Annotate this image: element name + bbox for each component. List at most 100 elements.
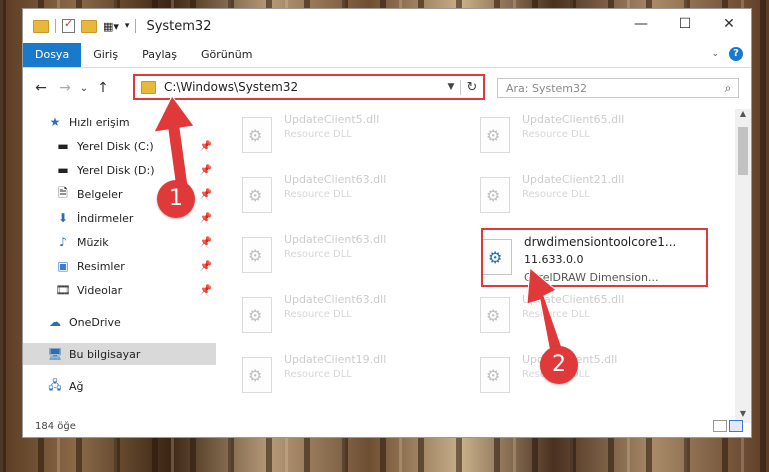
divider <box>135 19 137 33</box>
step-1-badge: 1 <box>157 180 195 218</box>
file-type: Resource DLL <box>522 129 590 140</box>
tab-file[interactable]: Dosya <box>23 43 82 67</box>
pin-icon[interactable]: 📌 <box>200 141 212 152</box>
file-type: Resource DLL <box>522 309 590 320</box>
sidebar-item-label: İndirmeler <box>77 211 134 225</box>
customize-icon[interactable]: ▾ <box>125 21 130 31</box>
sidebar-item-videos[interactable]: 🎞 Videolar 📌 <box>23 279 216 301</box>
file-type: Resource DLL <box>284 369 352 380</box>
recent-locations-button[interactable]: ⌄ <box>77 83 91 94</box>
drive-icon: ▬ <box>57 139 69 153</box>
folder-icon <box>141 80 156 94</box>
file-name: UpdateClient19.dll <box>284 353 387 366</box>
sidebar-item-pictures[interactable]: ▣ Resimler 📌 <box>23 255 216 277</box>
pin-icon[interactable]: 📌 <box>200 213 212 224</box>
file-name: UpdateClient65.dll <box>522 293 625 306</box>
up-button[interactable]: ↑ <box>91 80 115 96</box>
sidebar-item-onedrive[interactable]: ☁ OneDrive <box>23 311 216 333</box>
sidebar-item-label: Müzik <box>77 235 109 249</box>
item-count: 184 öğe <box>35 420 76 432</box>
file-item[interactable]: UpdateClient21.dll Resource DLL <box>476 171 686 227</box>
window-title: System32 <box>146 18 212 34</box>
navigation-pane: ★ Hızlı erişim ▬ Yerel Disk (C:) 📌 ▬ Yer… <box>23 109 216 399</box>
search-placeholder[interactable]: Ara: System32 <box>506 82 718 95</box>
dll-file-icon <box>242 297 272 333</box>
maximize-button[interactable]: ☐ <box>663 9 707 39</box>
address-path[interactable]: C:\Windows\System32 <box>164 80 442 94</box>
details-view-button[interactable] <box>713 420 727 432</box>
sidebar-item-this-pc[interactable]: 🖥 Bu bilgisayar <box>23 343 216 365</box>
close-button[interactable]: ✕ <box>707 9 751 39</box>
chevron-down-icon[interactable]: ▼ <box>442 82 460 92</box>
back-button[interactable]: ← <box>29 80 53 96</box>
expand-ribbon-icon[interactable]: ⌄ <box>711 49 719 59</box>
file-item[interactable]: UpdateClient63.dll Resource DLL <box>238 291 448 347</box>
sidebar-item-label: Ağ <box>69 379 84 393</box>
forward-button[interactable]: → <box>53 80 77 96</box>
file-explorer-window: ▦▾ ▾ System32 — ☐ ✕ Dosya Giriş Paylaş G… <box>22 8 752 438</box>
file-item[interactable]: UpdateClient63.dll Resource DLL <box>238 171 448 227</box>
vertical-scrollbar[interactable]: ▲ ▼ <box>735 109 751 423</box>
pictures-icon: ▣ <box>57 259 69 273</box>
file-item[interactable]: UpdateClient5.dll Resource DLL <box>476 351 686 407</box>
dll-file-icon <box>242 357 272 393</box>
tab-view[interactable]: Görünüm <box>189 43 264 67</box>
sidebar-item-music[interactable]: ♪ Müzik 📌 <box>23 231 216 253</box>
file-item[interactable]: UpdateClient65.dll Resource DLL <box>476 291 686 347</box>
dll-file-icon <box>480 357 510 393</box>
search-icon[interactable]: ⌕ <box>718 81 738 96</box>
file-name: UpdateClient65.dll <box>522 113 625 126</box>
new-folder-icon[interactable] <box>81 19 97 33</box>
documents-icon: 🗎 <box>58 185 68 200</box>
tab-share[interactable]: Paylaş <box>130 43 189 67</box>
divider <box>55 19 56 33</box>
dll-file-icon <box>480 177 510 213</box>
computer-icon: 🖥 <box>47 347 63 361</box>
pin-icon[interactable]: 📌 <box>200 237 212 248</box>
pin-icon[interactable]: 📌 <box>200 165 212 176</box>
file-name: UpdateClient63.dll <box>284 293 387 306</box>
sidebar-item-label: Videolar <box>77 283 123 297</box>
quick-access-toolbar: ▦▾ ▾ <box>23 17 137 33</box>
sidebar-item-label: Resimler <box>77 259 125 273</box>
tiles-view-button[interactable] <box>729 420 743 432</box>
file-item[interactable]: UpdateClient63.dll Resource DLL <box>238 231 448 287</box>
minimize-button[interactable]: — <box>619 9 663 39</box>
sidebar-item-quick-access[interactable]: ★ Hızlı erişim <box>23 111 216 133</box>
drive-icon: ▬ <box>57 163 69 177</box>
dll-file-icon <box>242 117 272 153</box>
dll-file-icon <box>242 237 272 273</box>
sidebar-item-network[interactable]: 🖧 Ağ <box>23 375 216 397</box>
view-icon[interactable]: ▦▾ <box>103 20 119 33</box>
file-type: Resource DLL <box>284 309 352 320</box>
file-name: UpdateClient63.dll <box>284 173 387 186</box>
pin-icon[interactable]: 📌 <box>200 189 212 200</box>
help-icon[interactable]: ? <box>729 47 743 61</box>
file-name: UpdateClient5.dll <box>284 113 380 126</box>
file-item[interactable]: UpdateClient5.dll Resource DLL <box>238 111 448 167</box>
sidebar-item-label: Belgeler <box>77 187 123 201</box>
videos-icon: 🎞 <box>55 283 71 297</box>
file-item[interactable]: UpdateClient65.dll Resource DLL <box>476 111 686 167</box>
address-bar[interactable]: C:\Windows\System32 ▼ ↻ <box>133 74 485 100</box>
sidebar-item-local-disk-c[interactable]: ▬ Yerel Disk (C:) 📌 <box>23 135 216 157</box>
file-type: Resource DLL <box>284 189 352 200</box>
sidebar-item-local-disk-d[interactable]: ▬ Yerel Disk (D:) 📌 <box>23 159 216 181</box>
refresh-button[interactable]: ↻ <box>460 79 483 95</box>
file-item[interactable]: UpdateClient19.dll Resource DLL <box>238 351 448 407</box>
pin-icon[interactable]: 📌 <box>200 285 212 296</box>
scroll-thumb[interactable] <box>738 127 748 175</box>
highlight-box <box>481 228 708 287</box>
properties-icon[interactable] <box>62 17 75 33</box>
navigation-bar: ← → ⌄ ↑ C:\Windows\System32 ▼ ↻ Ara: Sys… <box>23 68 751 108</box>
scroll-up-icon[interactable]: ▲ <box>735 109 751 123</box>
dll-file-icon <box>480 117 510 153</box>
search-input[interactable]: Ara: System32 ⌕ <box>497 78 739 98</box>
star-icon: ★ <box>49 115 61 129</box>
title-bar: ▦▾ ▾ System32 — ☐ ✕ <box>23 9 751 43</box>
music-icon: ♪ <box>59 235 67 249</box>
file-type: Resource DLL <box>284 129 352 140</box>
tab-home[interactable]: Giriş <box>81 43 130 67</box>
ribbon-tabs: Dosya Giriş Paylaş Görünüm ⌄ ? <box>23 43 751 68</box>
pin-icon[interactable]: 📌 <box>200 261 212 272</box>
